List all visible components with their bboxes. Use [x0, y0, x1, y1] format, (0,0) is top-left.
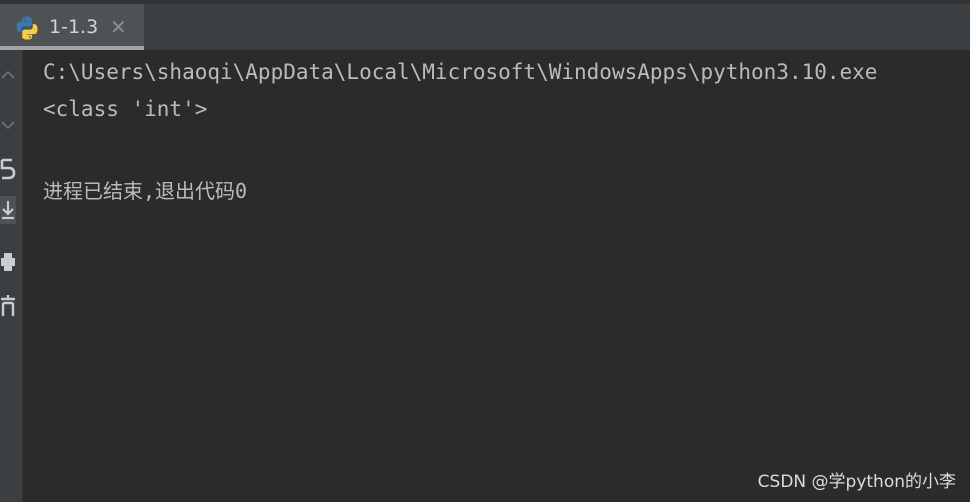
- scroll-up-icon[interactable]: [0, 62, 16, 90]
- rerun-icon[interactable]: [0, 154, 16, 182]
- delete-icon[interactable]: [0, 292, 16, 320]
- print-icon[interactable]: [0, 248, 16, 276]
- close-tab-icon[interactable]: ✕: [110, 15, 127, 39]
- csdn-watermark: CSDN @学python的小李: [757, 472, 956, 492]
- run-console-output[interactable]: C:\Users\shaoqi\AppData\Local\Microsoft\…: [23, 50, 970, 502]
- scroll-to-end-icon[interactable]: [0, 196, 16, 224]
- console-command-line: C:\Users\shaoqi\AppData\Local\Microsoft\…: [43, 60, 878, 84]
- console-toolbar: [0, 50, 22, 502]
- tab-title: 1-1.3: [49, 16, 99, 38]
- scroll-down-icon[interactable]: [0, 110, 16, 138]
- console-exit-message: 进程已结束,退出代码0: [43, 179, 248, 203]
- console-output-line: <class 'int'>: [43, 97, 208, 121]
- tab-bar-top-border: [0, 0, 970, 4]
- editor-tab-bar: 1-1.3 ✕: [0, 0, 970, 50]
- tab-run-config[interactable]: 1-1.3 ✕: [0, 4, 144, 50]
- python-icon: [16, 16, 38, 40]
